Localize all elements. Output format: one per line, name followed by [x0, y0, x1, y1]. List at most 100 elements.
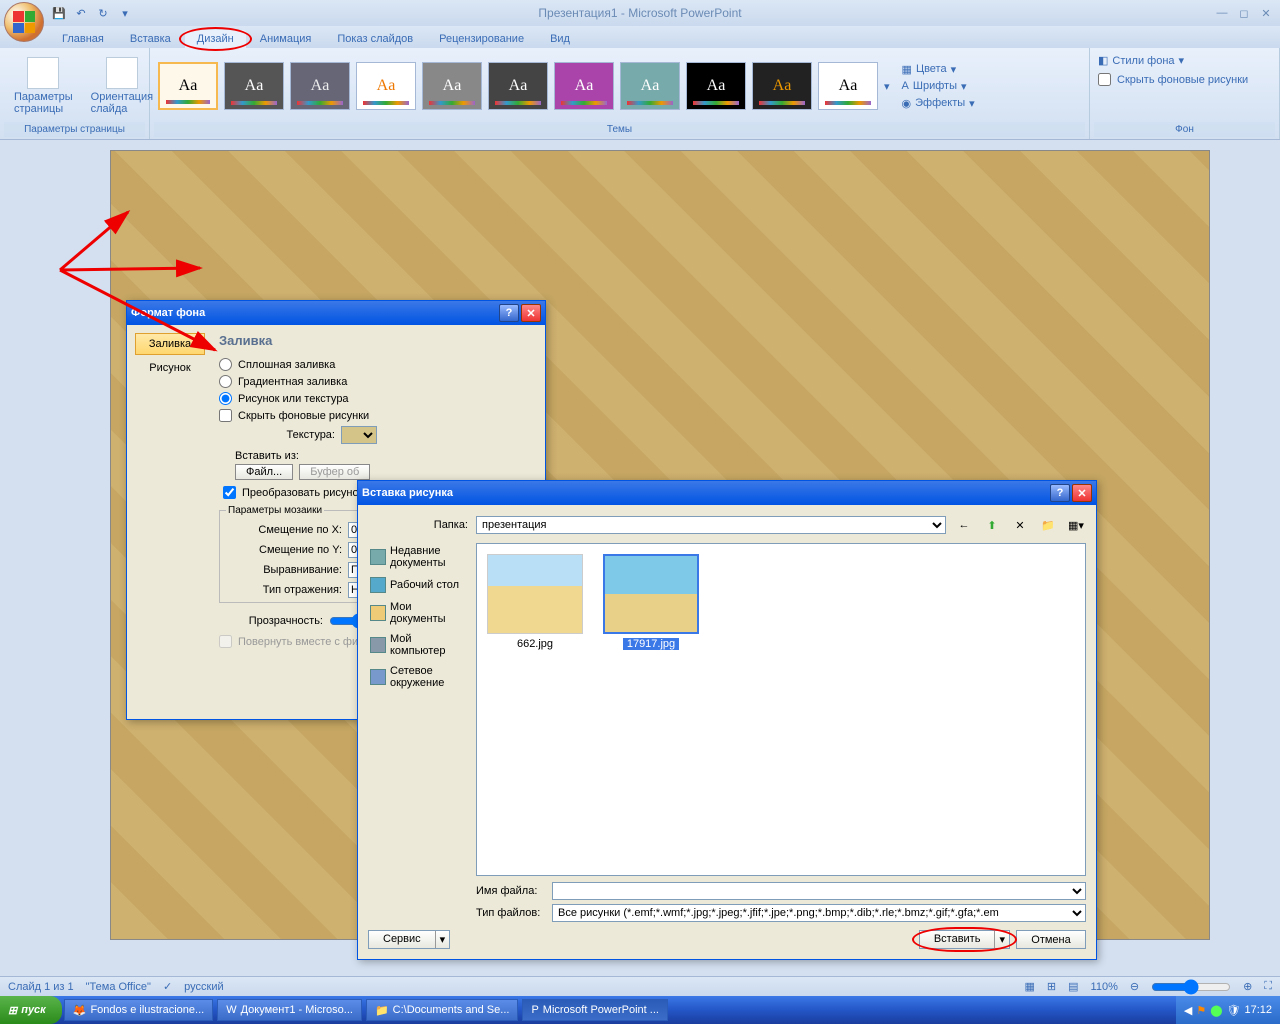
zoom-level[interactable]: 110% [1091, 981, 1118, 993]
tab-view[interactable]: Вид [538, 30, 582, 48]
radio-solid[interactable]: Сплошная заливка [219, 356, 529, 373]
new-folder-icon[interactable]: 📁 [1038, 515, 1058, 535]
sidebar-network[interactable]: Сетевое окружение [368, 663, 468, 691]
theme-thumb[interactable]: Aa [818, 62, 878, 110]
service-button[interactable]: Сервис▾ [368, 930, 450, 949]
slide-counter: Слайд 1 из 1 [8, 981, 74, 993]
taskbar-item[interactable]: 📁C:\Documents and Se... [366, 999, 518, 1021]
orientation-label: Ориентация слайда [91, 91, 153, 115]
theme-thumb[interactable]: Aa [620, 62, 680, 110]
radio-picture-texture[interactable]: Рисунок или текстура [219, 390, 529, 407]
theme-thumb[interactable]: Aa [356, 62, 416, 110]
filetype-label: Тип файлов: [476, 907, 546, 919]
tab-animation[interactable]: Анимация [248, 30, 324, 48]
slide-orientation-button[interactable]: Ориентация слайда [85, 55, 159, 117]
theme-thumb[interactable]: Aa [422, 62, 482, 110]
insert-button[interactable]: Вставить▾ [919, 930, 1010, 949]
zoom-slider[interactable] [1151, 979, 1231, 995]
office-button[interactable] [4, 2, 44, 42]
clock[interactable]: 17:12 [1244, 1004, 1272, 1016]
back-icon[interactable]: ← [954, 515, 974, 535]
qat-dropdown-icon[interactable]: ▾ [116, 4, 134, 22]
group-themes-label: Темы [154, 122, 1085, 137]
undo-icon[interactable]: ↶ [72, 4, 90, 22]
tray-icon[interactable]: 🛡 [1227, 1004, 1241, 1017]
sidebar-desktop[interactable]: Рабочий стол [368, 575, 468, 595]
file-item[interactable]: 662.jpg [487, 554, 583, 650]
theme-thumb[interactable]: Aa [554, 62, 614, 110]
close-icon[interactable]: ✕ [1256, 5, 1276, 21]
theme-thumb[interactable]: Aa [686, 62, 746, 110]
tray-icon[interactable]: ◀ [1184, 1004, 1192, 1017]
maximize-icon[interactable]: ◻ [1234, 5, 1254, 21]
folder-icon: 📁 [375, 1004, 389, 1017]
themes-more-icon[interactable]: ▾ [884, 80, 890, 93]
help-icon[interactable]: ? [499, 304, 519, 322]
dialog-title: Вставка рисунка [362, 487, 453, 499]
check-hide-bg[interactable]: Скрыть фоновые рисунки [219, 407, 529, 424]
save-icon[interactable]: 💾 [50, 4, 68, 22]
close-icon[interactable]: ✕ [1072, 484, 1092, 502]
start-button[interactable]: ⊞пуск [0, 996, 62, 1024]
file-button[interactable]: Файл... [235, 464, 293, 480]
taskbar-item[interactable]: PMicrosoft PowerPoint ... [522, 999, 668, 1021]
view-normal-icon[interactable]: ▦ [1025, 980, 1035, 993]
up-icon[interactable]: ⬆ [982, 515, 1002, 535]
word-icon: W [226, 1004, 236, 1016]
tab-review[interactable]: Рецензирование [427, 30, 536, 48]
view-sorter-icon[interactable]: ⊞ [1047, 980, 1056, 993]
tray-icon[interactable]: ⬤ [1210, 1004, 1222, 1017]
bgstyle-icon: ◧ [1098, 54, 1108, 67]
views-icon[interactable]: ▦▾ [1066, 515, 1086, 535]
theme-thumb[interactable]: Aa [488, 62, 548, 110]
theme-thumb[interactable]: Aa [224, 62, 284, 110]
file-list[interactable]: 662.jpg 17917.jpg [476, 543, 1086, 876]
recent-icon [370, 549, 386, 565]
view-slideshow-icon[interactable]: ▤ [1068, 980, 1078, 993]
colors-button[interactable]: ▦Цвета ▾ [898, 62, 979, 77]
bg-styles-button[interactable]: ◧Стили фона ▾ [1098, 54, 1184, 67]
redo-icon[interactable]: ↻ [94, 4, 112, 22]
effects-button[interactable]: ◉Эффекты ▾ [898, 96, 979, 111]
theme-thumb[interactable]: Aa [158, 62, 218, 110]
nav-picture[interactable]: Рисунок [135, 357, 205, 379]
theme-thumb[interactable]: Aa [752, 62, 812, 110]
sidebar-recent[interactable]: Недавние документы [368, 543, 468, 571]
windows-icon: ⊞ [8, 1004, 17, 1017]
page-params-button[interactable]: Параметры страницы [8, 55, 79, 117]
tab-slideshow[interactable]: Показ слайдов [325, 30, 425, 48]
hide-bg-checkbox[interactable]: Скрыть фоновые рисунки [1098, 71, 1248, 88]
filename-input[interactable] [552, 882, 1086, 900]
file-item[interactable]: 17917.jpg [603, 554, 699, 650]
folder-select[interactable]: презентация [476, 516, 946, 534]
tab-design[interactable]: Дизайн [185, 30, 246, 48]
nav-fill[interactable]: Заливка [135, 333, 205, 355]
tab-insert[interactable]: Вставка [118, 30, 183, 48]
sidebar-mycomputer[interactable]: Мой компьютер [368, 631, 468, 659]
taskbar-item[interactable]: WДокумент1 - Microso... [217, 999, 362, 1021]
tab-home[interactable]: Главная [50, 30, 116, 48]
insert-from-label: Вставить из: [219, 446, 529, 464]
spell-icon[interactable]: ✓ [163, 980, 172, 993]
sidebar-mydocs[interactable]: Мои документы [368, 599, 468, 627]
taskbar-item[interactable]: 🦊Fondos e ilustracione... [64, 999, 213, 1021]
zoom-out-icon[interactable]: ⊖ [1130, 980, 1139, 993]
cancel-button[interactable]: Отмена [1016, 930, 1086, 949]
delete-icon[interactable]: ✕ [1010, 515, 1030, 535]
minimize-icon[interactable]: — [1212, 5, 1232, 21]
fonts-button[interactable]: AШрифты ▾ [898, 79, 979, 94]
theme-thumb[interactable]: Aa [290, 62, 350, 110]
fill-heading: Заливка [219, 333, 529, 348]
zoom-in-icon[interactable]: ⊕ [1243, 980, 1252, 993]
powerpoint-icon: P [531, 1004, 538, 1016]
rotate-label: Повернуть вместе с фи [238, 636, 358, 648]
tray-icon[interactable]: ⚑ [1196, 1004, 1206, 1017]
texture-select[interactable] [341, 426, 377, 444]
clipboard-button[interactable]: Буфер об [299, 464, 370, 480]
fit-icon[interactable]: ⛶ [1264, 980, 1272, 993]
close-icon[interactable]: ✕ [521, 304, 541, 322]
radio-gradient[interactable]: Градиентная заливка [219, 373, 529, 390]
language-indicator[interactable]: русский [184, 981, 223, 993]
help-icon[interactable]: ? [1050, 484, 1070, 502]
filetype-select[interactable]: Все рисунки (*.emf;*.wmf;*.jpg;*.jpeg;*.… [552, 904, 1086, 922]
